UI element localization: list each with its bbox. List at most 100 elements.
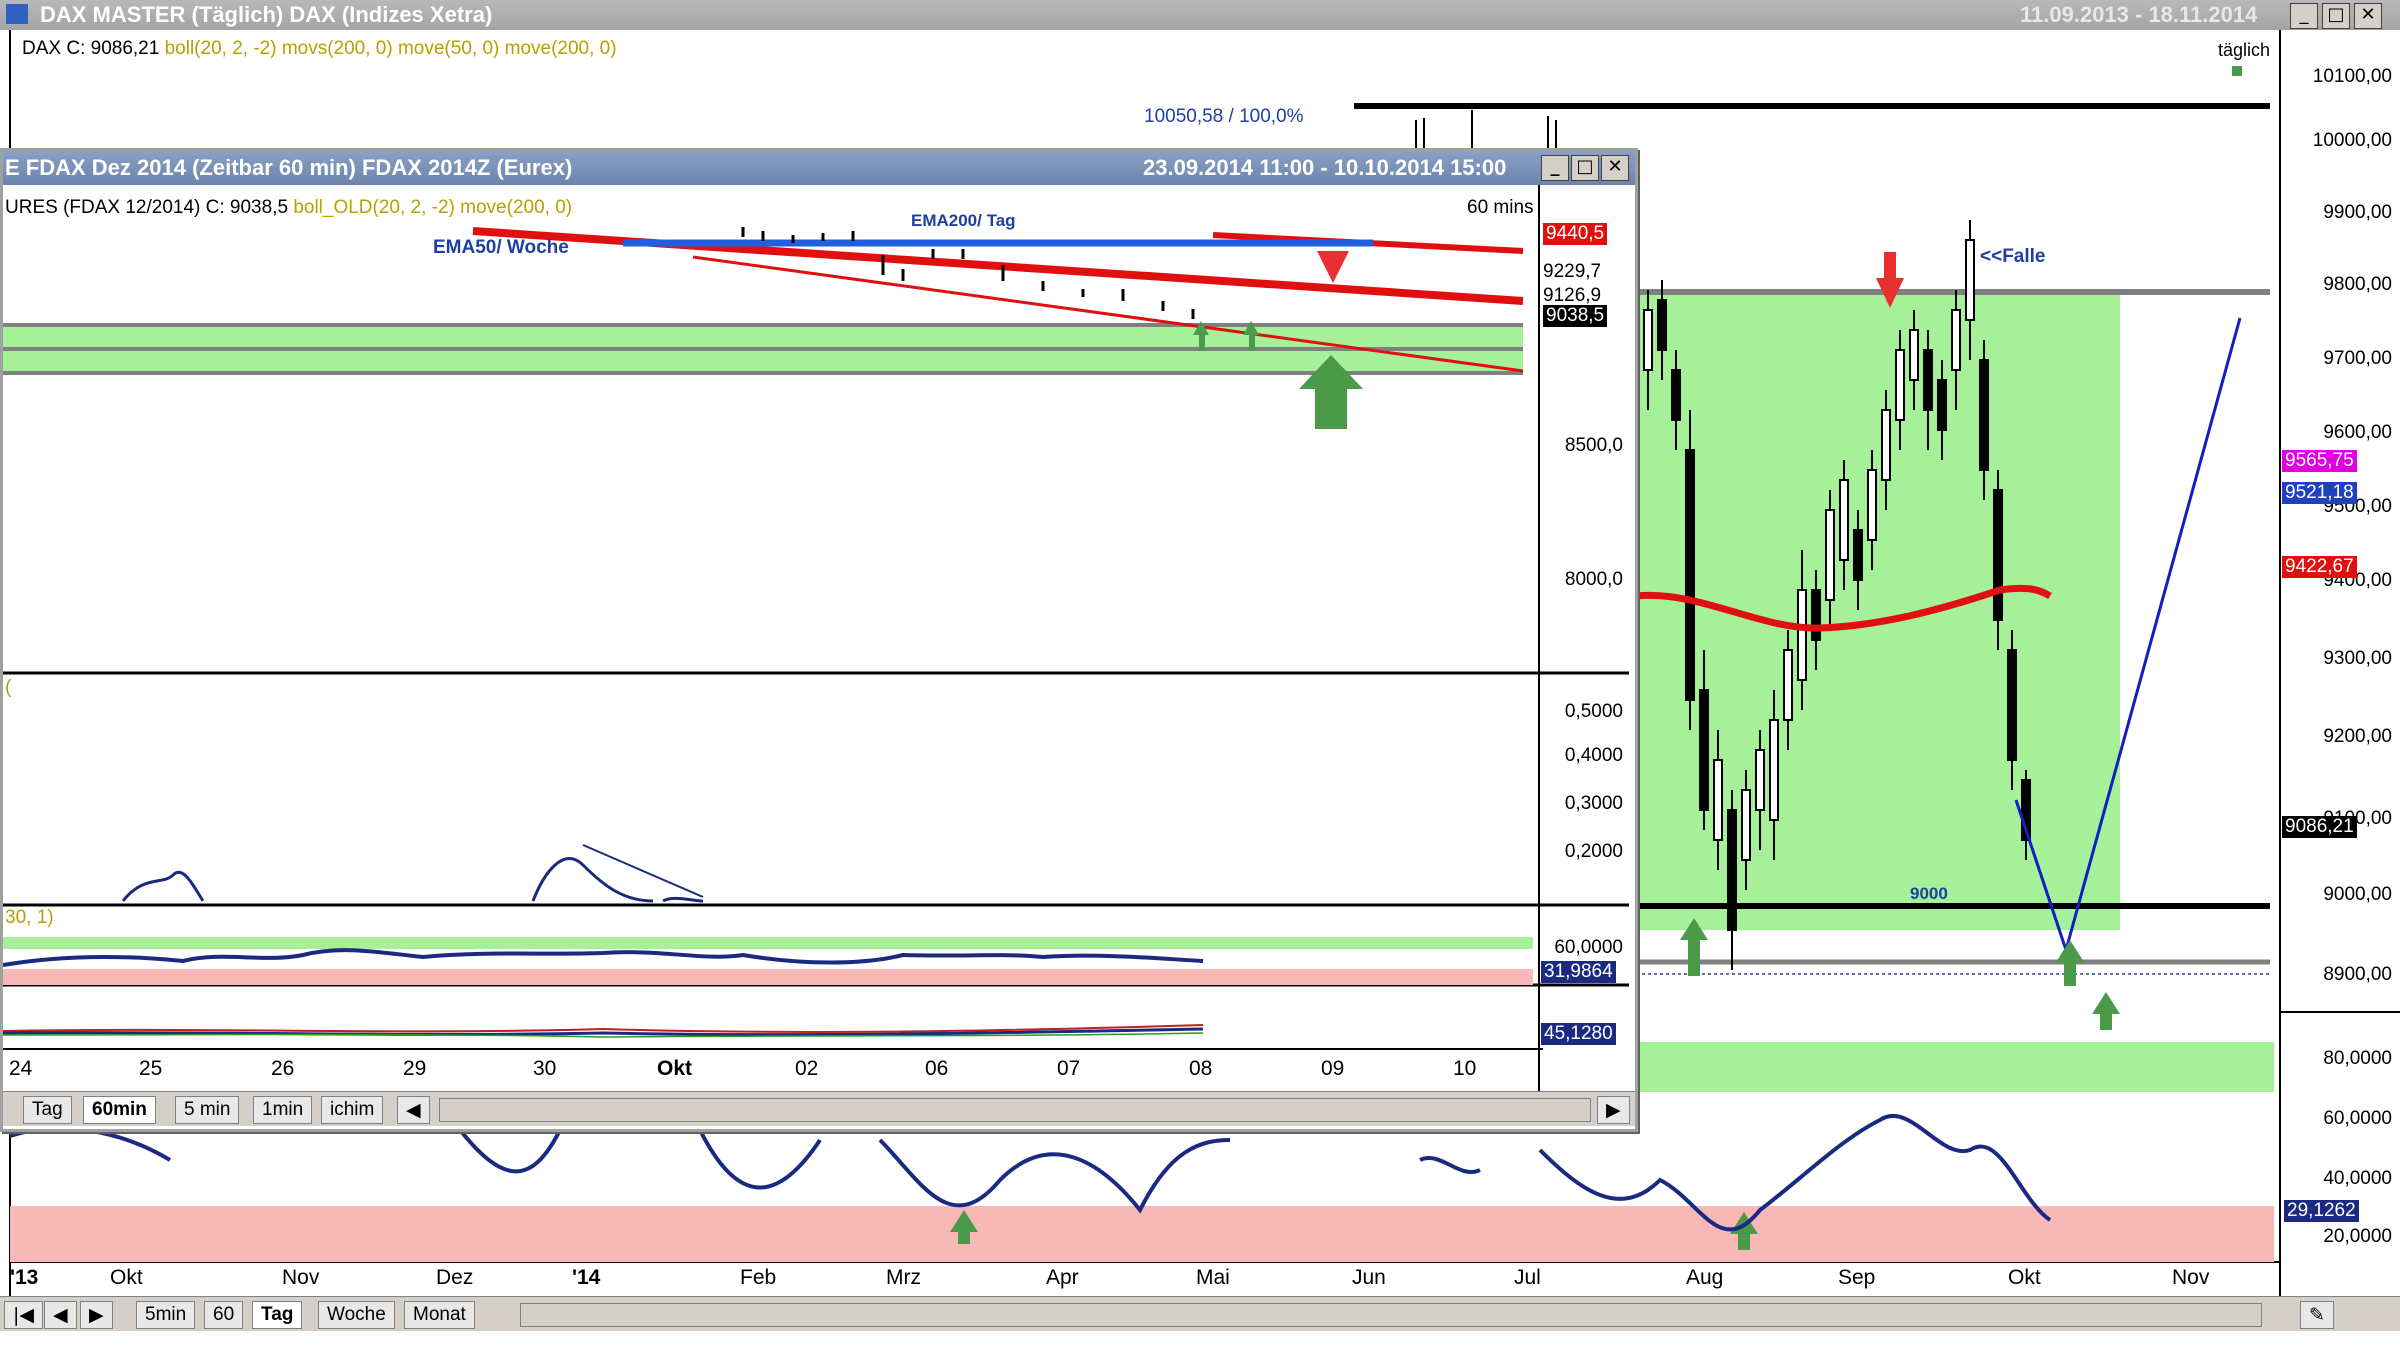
- price-tag-ma: 9422,67: [2282, 556, 2357, 578]
- x-axis-label: Jun: [1352, 1266, 1386, 1289]
- x-axis-label: '14: [572, 1266, 601, 1289]
- inner-price-axis-label: 8000,0: [1564, 569, 1623, 590]
- inner-bottom-toolbar: Tag 60min 5 min 1min ichim ◀ ▶: [3, 1091, 1635, 1126]
- price-axis-label: 9900,00: [2323, 202, 2392, 223]
- inner-x-axis-label: 29: [403, 1057, 427, 1080]
- osc-lower-zone: [10, 1206, 2274, 1262]
- inner-x-axis-label: 30: [533, 1057, 557, 1080]
- level-9000-label: 9000: [1910, 884, 1948, 903]
- inner-rsi-lower-zone: [3, 969, 1533, 985]
- x-axis-label: Nov: [282, 1266, 320, 1289]
- inner-date-range: 23.09.2014 11:00 - 10.10.2014 15:00: [1143, 155, 1507, 180]
- price-axis-label: 8900,00: [2323, 964, 2392, 985]
- price-axis-label: 9700,00: [2323, 348, 2392, 369]
- x-axis-label: Apr: [1046, 1266, 1079, 1289]
- horizontal-scrollbar[interactable]: [520, 1303, 2262, 1327]
- tab-60[interactable]: 60: [204, 1301, 244, 1329]
- x-axis-label: Jul: [1514, 1266, 1541, 1289]
- inner-sub-axis-label: 0,2000: [1564, 841, 1623, 862]
- inner-window-title: E FDAX Dez 2014 (Zeitbar 60 min) FDAX 20…: [5, 155, 573, 180]
- scroll-prev-button[interactable]: ◀: [44, 1301, 77, 1329]
- price-axis-label: 9600,00: [2323, 422, 2392, 443]
- inner-divergence-line: [582, 844, 704, 898]
- tab-monat[interactable]: Monat: [404, 1301, 475, 1329]
- osc-axis-label: 20,0000: [2323, 1226, 2392, 1247]
- inner-info-line: URES (FDAX 12/2014) C: 9038,5 boll_OLD(2…: [5, 197, 572, 219]
- maximize-button[interactable]: □: [2322, 3, 2350, 29]
- price-axis-label: 10100,00: [2312, 66, 2392, 87]
- inner-scroll-right-button[interactable]: ▶: [1597, 1096, 1630, 1124]
- close-button[interactable]: ✕: [2354, 3, 2382, 29]
- inner-title-bar: E FDAX Dez 2014 (Zeitbar 60 min) FDAX 20…: [3, 151, 1635, 185]
- inner-sub-oscillator: [121, 857, 704, 903]
- tab-tag[interactable]: Tag: [252, 1301, 303, 1329]
- inner-period-label: 60 mins: [1467, 197, 1534, 218]
- inner-tab-tag[interactable]: Tag: [23, 1096, 72, 1124]
- inner-scroll-left-button[interactable]: ◀: [397, 1096, 430, 1124]
- main-title-bar: DAX MASTER (Täglich) DAX (Indizes Xetra)…: [0, 0, 2400, 30]
- main-info-indicators: boll(20, 2, -2) movs(200, 0) move(50, 0)…: [164, 38, 617, 59]
- inner-price-tag-upper: 9440,5: [1543, 223, 1608, 245]
- minimize-button[interactable]: _: [2290, 3, 2318, 29]
- x-axis-label: Nov: [2172, 1266, 2210, 1289]
- inner-x-axis-label: 02: [795, 1057, 819, 1080]
- x-axis-label: Feb: [740, 1266, 777, 1289]
- main-info-line: DAX C: 9086,21 boll(20, 2, -2) movs(200,…: [22, 38, 617, 60]
- x-axis-label: Aug: [1686, 1266, 1724, 1289]
- fib-label: 10050,58 / 100,0%: [1144, 106, 1304, 127]
- osc-axis-label: 80,0000: [2323, 1048, 2392, 1069]
- inner-x-axis-label: 25: [139, 1057, 163, 1080]
- draw-tool-icon[interactable]: ✎: [2300, 1301, 2334, 1329]
- main-window-title: DAX MASTER (Täglich) DAX (Indizes Xetra): [40, 2, 493, 27]
- x-axis-label: Dez: [436, 1266, 474, 1289]
- inner-tab-60min[interactable]: 60min: [83, 1096, 156, 1124]
- inner-close-button[interactable]: ✕: [1601, 155, 1629, 181]
- inner-info-price: URES (FDAX 12/2014) C: 9038,5: [5, 197, 289, 218]
- inner-osc2-tag: 45,1280: [1541, 1023, 1616, 1045]
- osc-axis-label: 60,0000: [2323, 1108, 2392, 1129]
- x-axis-label: Mai: [1196, 1266, 1230, 1289]
- main-info-price: DAX C: 9086,21: [22, 38, 160, 59]
- tab-5min[interactable]: 5min: [136, 1301, 196, 1329]
- price-axis-label: 10000,00: [2312, 130, 2392, 151]
- inner-rsi-axis-label: 60,0000: [1554, 937, 1623, 958]
- main-bottom-toolbar: |◀ ◀ ▶ 5min 60 Tag Woche Monat ✎: [0, 1296, 2400, 1331]
- inner-tab-5min[interactable]: 5 min: [175, 1096, 240, 1124]
- osc-upper-zone: [1636, 1042, 2274, 1092]
- price-tag-boll-upper: 9565,75: [2282, 450, 2357, 472]
- osc-tag: 29,1262: [2284, 1200, 2359, 1222]
- inner-tab-ichim[interactable]: ichim: [321, 1096, 384, 1124]
- inner-chart-window[interactable]: E FDAX Dez 2014 (Zeitbar 60 min) FDAX 20…: [0, 148, 1638, 1132]
- inner-rsi-line: [3, 948, 1204, 967]
- inner-price-tag-close: 9038,5: [1543, 305, 1608, 327]
- inner-price-tag-lower: 9126,9: [1543, 285, 1602, 306]
- tab-woche[interactable]: Woche: [318, 1301, 395, 1329]
- inner-x-axis-label: 08: [1189, 1057, 1213, 1080]
- inner-sub-axis-label: 0,3000: [1564, 793, 1623, 814]
- inner-sell-arrow: [1317, 251, 1349, 283]
- scroll-next-button[interactable]: ▶: [80, 1301, 113, 1329]
- inner-tab-1min[interactable]: 1min: [253, 1096, 313, 1124]
- price-axis-label: 9000,00: [2323, 884, 2392, 905]
- x-axis-label: Okt: [2008, 1266, 2041, 1289]
- buy-arrow-small: [2092, 992, 2120, 1030]
- inner-maximize-button[interactable]: □: [1571, 155, 1599, 181]
- x-axis-label: '13: [10, 1266, 39, 1289]
- x-axis-label: Okt: [110, 1266, 143, 1289]
- ema200-day-label: EMA200/ Tag: [911, 211, 1016, 230]
- inner-rsi-upper-zone: [3, 937, 1533, 949]
- inner-minimize-button[interactable]: _: [1541, 155, 1569, 181]
- scroll-first-button[interactable]: |◀: [4, 1301, 44, 1329]
- inner-chart[interactable]: [3, 185, 1635, 1091]
- inner-sub-axis-label: 0,4000: [1564, 745, 1623, 766]
- period-label: täglich: [2218, 40, 2271, 60]
- falle-label: <<Falle: [1980, 246, 2046, 267]
- inner-price-tag-mid: 9229,7: [1543, 261, 1602, 282]
- inner-horizontal-scrollbar[interactable]: [439, 1098, 1591, 1122]
- inner-x-axis-label: Okt: [657, 1057, 693, 1080]
- inner-info-indicators: boll_OLD(20, 2, -2) move(200, 0): [293, 197, 573, 218]
- inner-x-axis-label: 10: [1453, 1057, 1477, 1080]
- main-date-range: 11.09.2013 - 18.11.2014: [2020, 2, 2258, 27]
- price-axis-label: 9200,00: [2323, 726, 2392, 747]
- inner-sub2-label: 30, 1): [5, 907, 54, 928]
